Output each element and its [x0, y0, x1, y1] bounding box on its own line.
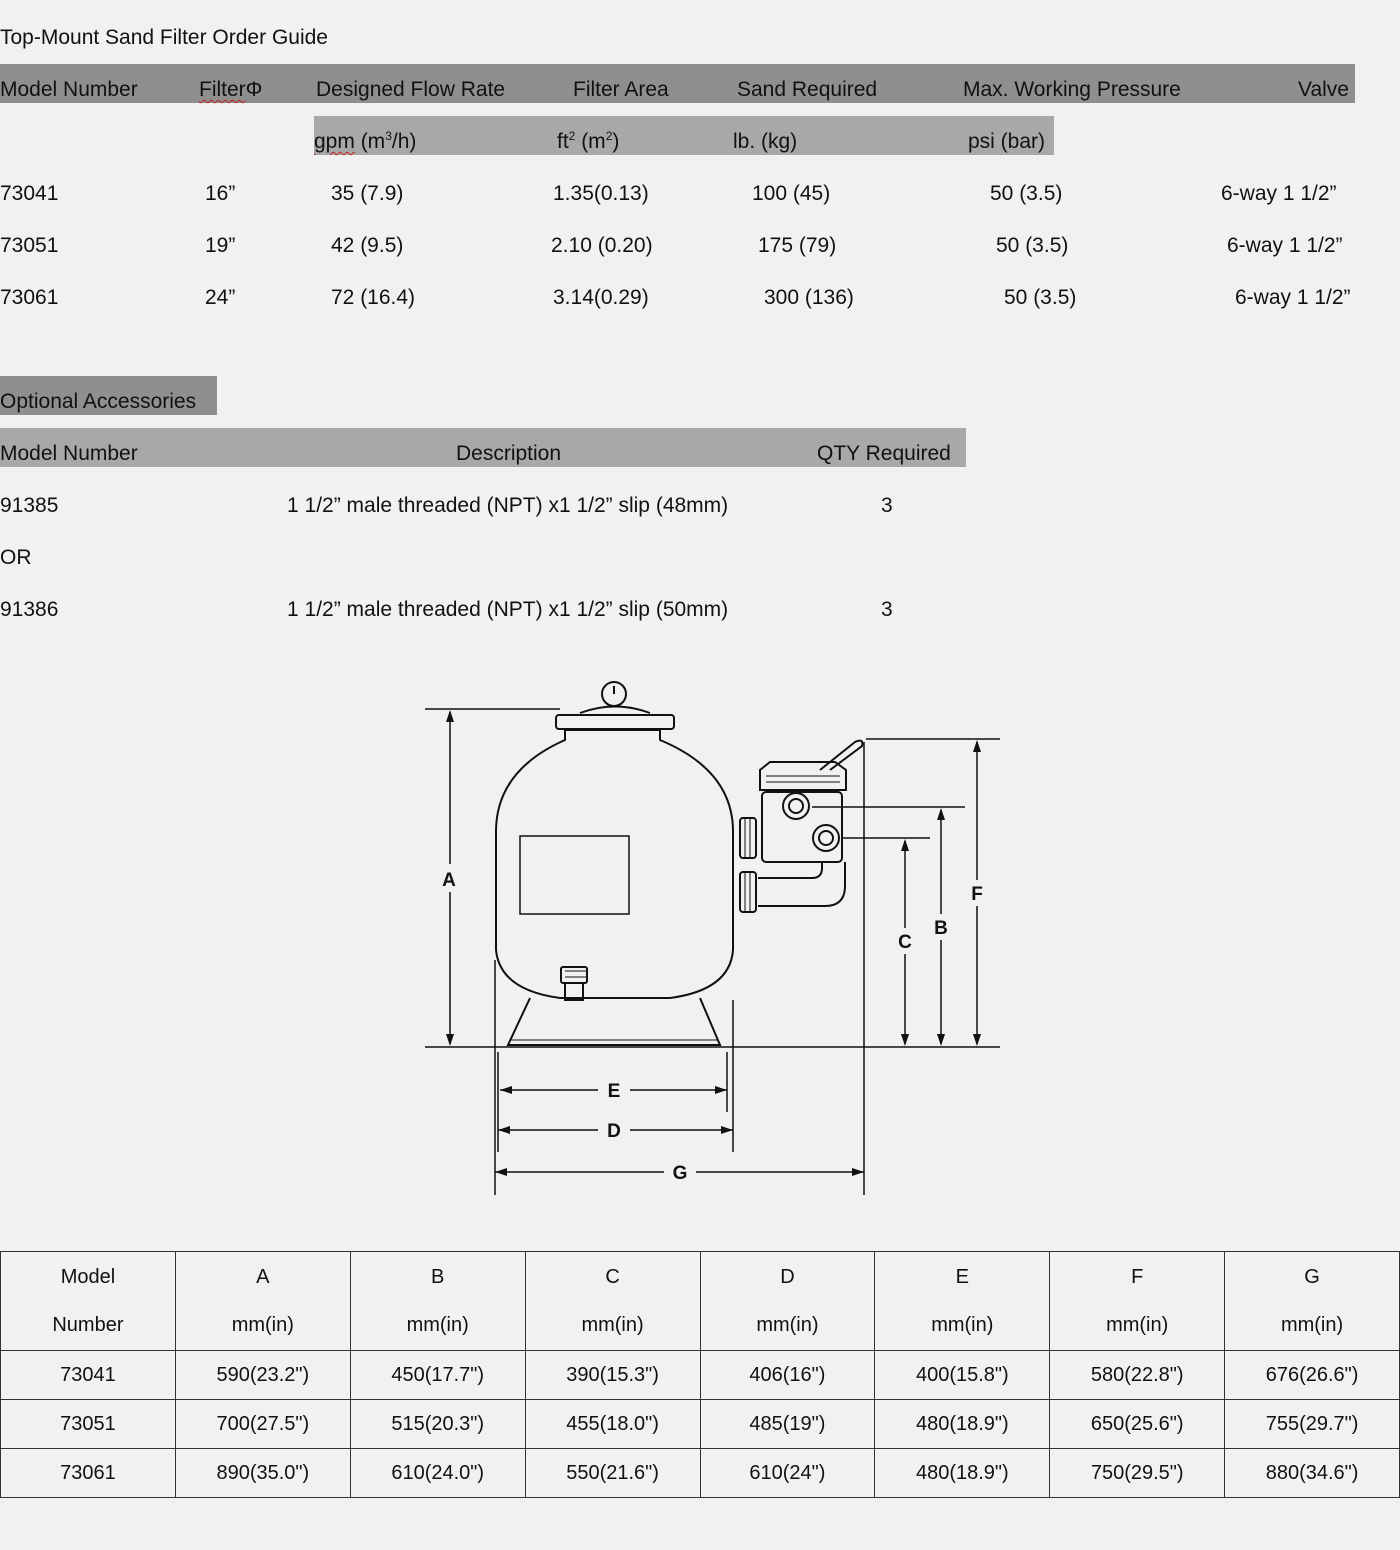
table-cell: 450(17.7") — [349, 1350, 526, 1400]
table-cell: 650(25.6") — [1049, 1399, 1226, 1449]
table-cell: 515(20.3") — [349, 1399, 526, 1449]
table-cell: 590(23.2") — [174, 1350, 351, 1400]
table-header-row: Model Number Amm(in) Bmm(in) Cmm(in) Dmm(… — [0, 1251, 1400, 1351]
header-cell: Cmm(in) — [524, 1251, 701, 1351]
table-cell: 480(18.9") — [874, 1448, 1051, 1498]
header-cell: Emm(in) — [874, 1251, 1051, 1351]
table-cell: 890(35.0") — [174, 1448, 351, 1498]
table-cell: 610(24.0") — [349, 1448, 526, 1498]
table-cell: 700(27.5") — [174, 1399, 351, 1449]
table-cell: 73061 — [0, 1448, 176, 1498]
dimension-label-e: E — [608, 1081, 621, 1102]
table-cell: 73051 — [0, 1399, 176, 1449]
table-cell: 880(34.6") — [1224, 1448, 1400, 1498]
dimensions-table: Model Number Amm(in) Bmm(in) Cmm(in) Dmm(… — [0, 1251, 1400, 1498]
tank-stand — [506, 997, 722, 1046]
table-cell: 455(18.0") — [524, 1399, 701, 1449]
table-row: 73051 700(27.5") 515(20.3") 455(18.0") 4… — [0, 1399, 1400, 1449]
dimension-label-c: C — [898, 932, 912, 953]
dimension-label-g: G — [673, 1163, 688, 1184]
table-cell: 610(24") — [699, 1448, 876, 1498]
dimension-label-f: F — [971, 884, 983, 905]
table-cell: 480(18.9") — [874, 1399, 1051, 1449]
header-cell: Gmm(in) — [1224, 1251, 1400, 1351]
side-fitting-bottom — [739, 871, 757, 913]
header-cell: Dmm(in) — [699, 1251, 876, 1351]
drain-plug — [560, 966, 588, 984]
dimension-label-a: A — [442, 870, 456, 891]
table-cell: 755(29.7") — [1224, 1399, 1400, 1449]
table-cell: 406(16") — [699, 1350, 876, 1400]
table-cell: 73041 — [0, 1350, 176, 1400]
dimension-label-d: D — [607, 1121, 621, 1142]
table-cell: 400(15.8") — [874, 1350, 1051, 1400]
table-cell: 550(21.6") — [524, 1448, 701, 1498]
table-row: 73061 890(35.0") 610(24.0") 550(21.6") 6… — [0, 1448, 1400, 1498]
header-cell: Fmm(in) — [1049, 1251, 1226, 1351]
side-fitting-top — [739, 817, 757, 859]
tank-body — [495, 729, 734, 999]
dimension-label-b: B — [934, 918, 948, 939]
table-cell: 390(15.3") — [524, 1350, 701, 1400]
table-cell: 750(29.5") — [1049, 1448, 1226, 1498]
label-plate — [519, 835, 630, 915]
table-row: 73041 590(23.2") 450(17.7") 390(15.3") 4… — [0, 1350, 1400, 1400]
filter-dimension-diagram: A F B C E D G — [425, 681, 1000, 1195]
header-cell: Bmm(in) — [349, 1251, 526, 1351]
tank-lid — [555, 714, 675, 730]
table-cell: 485(19") — [699, 1399, 876, 1449]
table-cell: 676(26.6") — [1224, 1350, 1400, 1400]
header-cell: Model Number — [0, 1251, 176, 1351]
table-cell: 580(22.8") — [1049, 1350, 1226, 1400]
header-cell: Amm(in) — [174, 1251, 351, 1351]
